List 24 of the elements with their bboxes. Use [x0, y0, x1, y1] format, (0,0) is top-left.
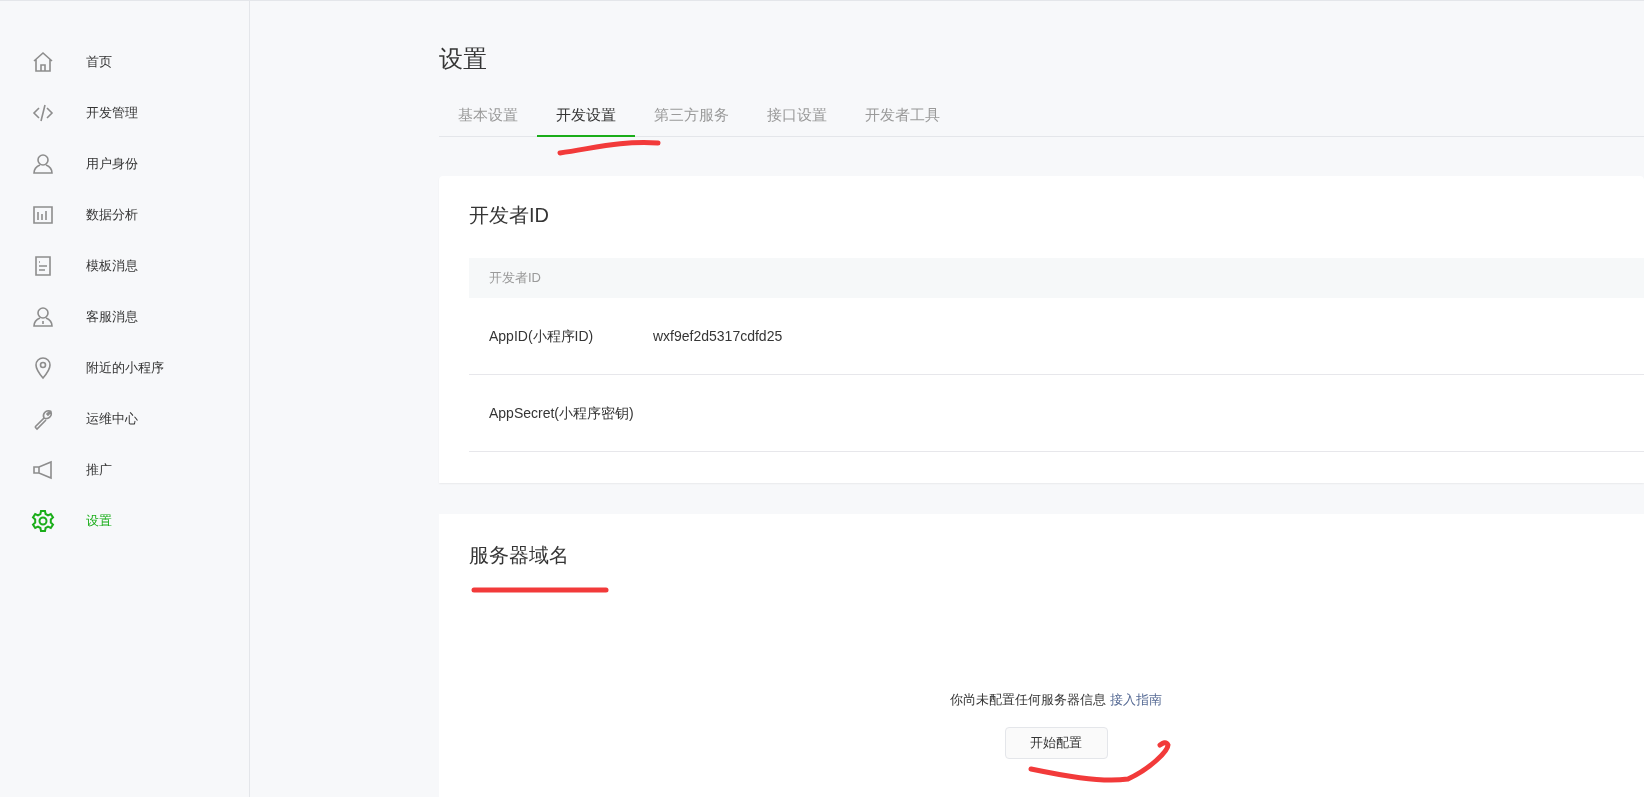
sidebar-item[interactable]: 数据分析 [0, 189, 249, 240]
empty-message: 你尚未配置任何服务器信息 [950, 691, 1106, 709]
row-value: wxf9ef2d5317cdfd25 [653, 326, 783, 346]
guide-link[interactable]: 接入指南 [1110, 690, 1162, 710]
sidebar-item[interactable]: 附近的小程序 [0, 342, 249, 393]
tab[interactable]: 开发设置 [537, 97, 635, 137]
sidebar-item[interactable]: 模板消息 [0, 240, 249, 291]
section-title: 开发者ID [469, 203, 550, 228]
row-label: AppSecret(小程序密钥) [489, 403, 635, 423]
sidebar-item[interactable]: 客服消息 [0, 291, 249, 342]
user-icon [31, 304, 55, 329]
home-icon [31, 49, 55, 74]
settings-icon [31, 508, 55, 533]
row-label: AppID(小程序ID) [489, 326, 595, 346]
sidebar-item[interactable]: 推广 [0, 444, 249, 495]
column-header: 开发者ID [489, 269, 541, 288]
sidebar-item[interactable]: 开发管理 [0, 87, 249, 138]
page-title: 设置 [439, 44, 488, 74]
user-icon [31, 151, 55, 176]
section-title: 服务器域名 [469, 543, 570, 568]
start-config-button[interactable]: 开始配置 [1004, 726, 1108, 759]
sidebar-item[interactable]: 运维中心 [0, 393, 249, 444]
sidebar-item[interactable]: 用户身份 [0, 138, 249, 189]
sidebar-item[interactable]: 首页 [0, 36, 249, 87]
